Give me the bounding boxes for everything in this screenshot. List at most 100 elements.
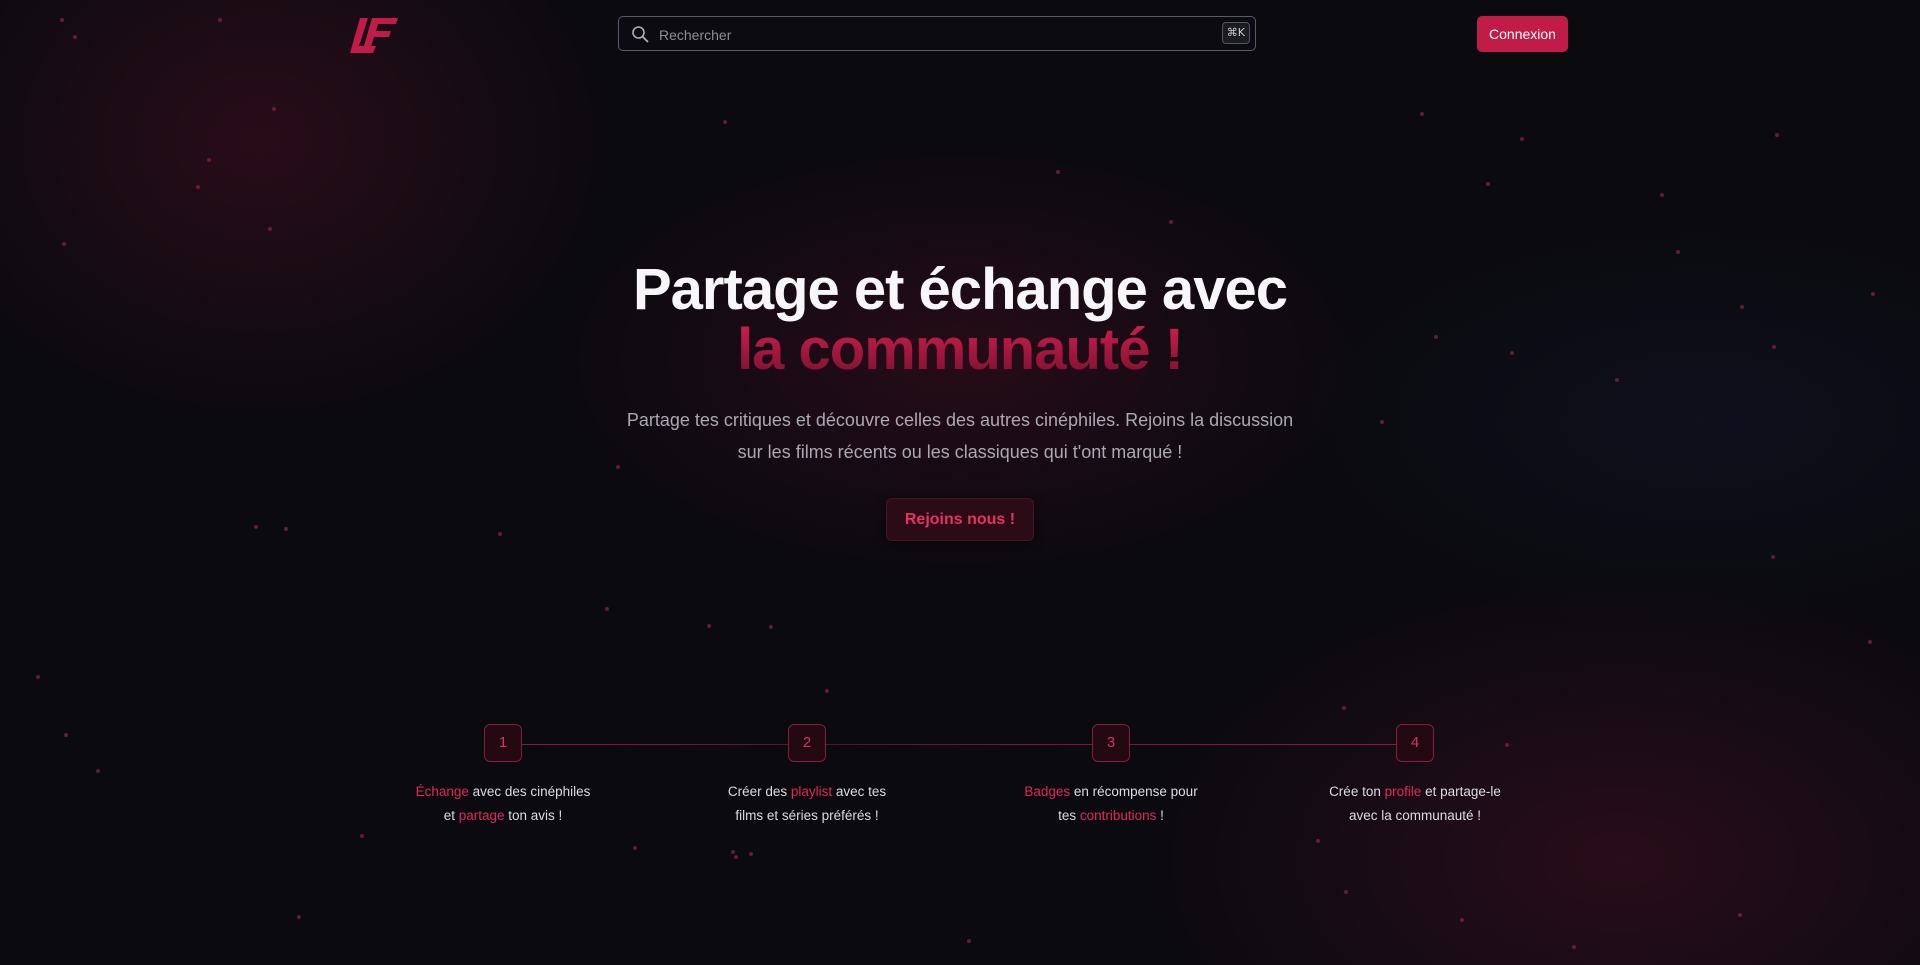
particle-dot: [1316, 839, 1320, 843]
particle-dot: [207, 158, 211, 162]
step-text-segment: ton avis !: [504, 808, 563, 823]
particle-dot: [723, 120, 727, 124]
step-text-segment: avec la communauté !: [1348, 808, 1482, 823]
login-button[interactable]: Connexion: [1477, 16, 1568, 52]
step-number: 1: [484, 724, 522, 762]
step-text-line2: tes contributions !: [981, 804, 1241, 828]
lf-logo-icon: [350, 18, 398, 53]
step-description: Créer des playlist avec tes films et sér…: [677, 780, 937, 828]
particle-dot: [73, 35, 77, 39]
step-2: 2 Créer des playlist avec tes films et s…: [677, 724, 937, 828]
particle-dot: [967, 939, 971, 943]
step-number: 2: [788, 724, 826, 762]
step-text-line1: Créer des playlist avec tes: [677, 780, 937, 804]
particle-dot: [64, 733, 68, 737]
page: ⌘K Connexion Partage et échange avec la …: [0, 0, 1920, 965]
step-text-segment: !: [1156, 808, 1164, 823]
background-particles: [0, 0, 1920, 965]
particle-dot: [284, 527, 288, 531]
step-text-segment: tes: [1058, 808, 1080, 823]
search-bar[interactable]: ⌘K: [618, 16, 1256, 52]
particle-dot: [605, 607, 609, 611]
hero-subtitle: Partage tes critiques et découvre celles…: [610, 404, 1310, 468]
particle-dot: [1740, 305, 1744, 309]
particle-dot: [1486, 182, 1490, 186]
particle-dot: [1676, 250, 1680, 254]
particle-dot: [1871, 292, 1875, 296]
search-shortcut-badge: ⌘K: [1221, 22, 1250, 44]
particle-dot: [769, 625, 773, 629]
particle-dot: [633, 846, 637, 850]
step-text-segment: et partage-le: [1421, 784, 1501, 799]
particle-dot: [1572, 945, 1576, 949]
steps-connector-line: [520, 744, 1400, 745]
particle-dot: [254, 525, 258, 529]
particle-dot: [196, 185, 200, 189]
search-input[interactable]: [657, 17, 1201, 52]
step-number: 3: [1092, 724, 1130, 762]
hero-subtitle-line1: Partage tes critiques et découvre celles…: [626, 410, 1294, 430]
hero-subtitle-line2: sur les films récents ou les classiques …: [737, 442, 1183, 462]
particle-dot: [731, 850, 735, 854]
hero-title-line2: la communauté !: [560, 320, 1360, 380]
particle-dot: [498, 532, 502, 536]
particle-dot: [1460, 918, 1464, 922]
highlight-text: playlist: [790, 784, 833, 799]
hero-title-line1: Partage et échange avec: [632, 257, 1288, 322]
step-text-segment: et: [443, 808, 459, 823]
particle-dot: [825, 689, 829, 693]
particle-dot: [297, 915, 301, 919]
particle-dot: [1520, 137, 1524, 141]
particle-dot: [749, 852, 753, 856]
step-text-segment: en récompense pour: [1070, 784, 1198, 799]
step-text-segment: films et séries préférés !: [735, 808, 879, 823]
join-button[interactable]: Rejoins nous !: [886, 498, 1034, 541]
particle-dot: [1868, 640, 1872, 644]
highlight-text: Échange: [415, 784, 469, 799]
particle-dot: [1420, 112, 1424, 116]
particle-dot: [1169, 220, 1173, 224]
hero-title: Partage et échange avec la communauté !: [560, 260, 1360, 380]
step-text-line2: films et séries préférés !: [677, 804, 937, 828]
particle-dot: [1344, 890, 1348, 894]
particle-dot: [62, 242, 66, 246]
highlight-text: partage: [458, 808, 505, 823]
step-text-line2: avec la communauté !: [1285, 804, 1545, 828]
particle-dot: [360, 834, 364, 838]
step-3: 3 Badges en récompense pour tes contribu…: [981, 724, 1241, 828]
particle-dot: [272, 107, 276, 111]
highlight-text: profile: [1384, 784, 1422, 799]
search-icon: [632, 26, 649, 43]
highlight-text: Badges: [1024, 784, 1071, 799]
step-description: Crée ton profile et partage-le avec la c…: [1285, 780, 1545, 828]
particle-dot: [1775, 133, 1779, 137]
step-text-segment: avec tes: [832, 784, 887, 799]
particle-dot: [707, 624, 711, 628]
lf-logo[interactable]: [350, 16, 400, 54]
step-text-line1: Crée ton profile et partage-le: [1285, 780, 1545, 804]
particle-dot: [1434, 335, 1438, 339]
particle-dot: [36, 675, 40, 679]
highlight-text: contributions: [1079, 808, 1157, 823]
particle-dot: [96, 769, 100, 773]
particle-dot: [1342, 706, 1346, 710]
step-text-segment: avec des cinéphiles: [468, 784, 591, 799]
step-text-segment: Créer des: [727, 784, 791, 799]
step-text-line1: Échange avec des cinéphiles: [373, 780, 633, 804]
step-description: Badges en récompense pour tes contributi…: [981, 780, 1241, 828]
step-1: 1 Échange avec des cinéphiles et partage…: [373, 724, 633, 828]
step-text-line2: et partage ton avis !: [373, 804, 633, 828]
particle-dot: [268, 227, 272, 231]
particle-dot: [1772, 345, 1776, 349]
particle-dot: [1771, 555, 1775, 559]
particle-dot: [218, 18, 222, 22]
particle-dot: [1615, 378, 1619, 382]
step-text-line1: Badges en récompense pour: [981, 780, 1241, 804]
step-number: 4: [1396, 724, 1434, 762]
particle-dot: [734, 855, 738, 859]
step-text-segment: Crée ton: [1329, 784, 1385, 799]
step-4: 4 Crée ton profile et partage-le avec la…: [1285, 724, 1545, 828]
particle-dot: [1380, 420, 1384, 424]
particle-dot: [1510, 351, 1514, 355]
step-description: Échange avec des cinéphiles et partage t…: [373, 780, 633, 828]
